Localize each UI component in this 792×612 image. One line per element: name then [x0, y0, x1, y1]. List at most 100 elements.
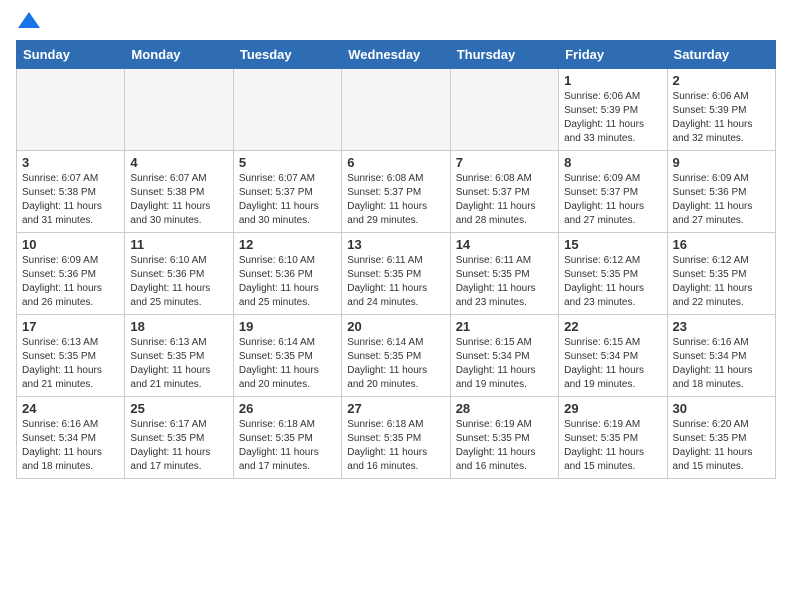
calendar-cell [233, 69, 341, 151]
day-number: 30 [673, 401, 770, 416]
calendar-cell: 30 Sunrise: 6:20 AM Sunset: 5:35 PM Dayli… [667, 397, 775, 479]
day-number: 3 [22, 155, 119, 170]
cell-info: Sunrise: 6:13 AM Sunset: 5:35 PM Dayligh… [130, 336, 227, 392]
day-number: 19 [239, 319, 336, 334]
day-number: 26 [239, 401, 336, 416]
day-number: 21 [456, 319, 553, 334]
col-header-sunday: Sunday [17, 41, 125, 69]
calendar-cell: 12Sunrise: 6:10 AM Sunset: 5:36 PM Dayli… [233, 233, 341, 315]
cell-info: Sunrise: 6:07 AM Sunset: 5:38 PM Dayligh… [130, 172, 227, 228]
calendar-cell: 9Sunrise: 6:09 AM Sunset: 5:36 PM Daylig… [667, 151, 775, 233]
cell-info: Sunrise: 6:16 AM Sunset: 5:34 PM Dayligh… [22, 418, 119, 474]
cell-info: Sunrise: 6:08 AM Sunset: 5:37 PM Dayligh… [347, 172, 444, 228]
calendar-week-0: 1 Sunrise: 6:06 AM Sunset: 5:39 PM Daylig… [17, 69, 776, 151]
cell-info: Sunrise: 6:07 AM Sunset: 5:37 PM Dayligh… [239, 172, 336, 228]
cell-info: Sunrise: 6:15 AM Sunset: 5:34 PM Dayligh… [456, 336, 553, 392]
cell-info: Sunrise: 6:12 AM Sunset: 5:35 PM Dayligh… [564, 254, 661, 310]
calendar-cell: 11 Sunrise: 6:10 AM Sunset: 5:36 PM Dayli… [125, 233, 233, 315]
cell-info: Sunrise: 6:11 AM Sunset: 5:35 PM Dayligh… [456, 254, 553, 310]
calendar-week-3: 17 Sunrise: 6:13 AM Sunset: 5:35 PM Dayli… [17, 315, 776, 397]
calendar-cell: 7 Sunrise: 6:08 AM Sunset: 5:37 PM Daylig… [450, 151, 558, 233]
logo-icon [18, 12, 40, 28]
day-number: 10 [22, 237, 119, 252]
cell-info: Sunrise: 6:09 AM Sunset: 5:37 PM Dayligh… [564, 172, 661, 228]
calendar-cell: 3 Sunrise: 6:07 AM Sunset: 5:38 PM Daylig… [17, 151, 125, 233]
day-number: 12 [239, 237, 336, 252]
calendar-cell: 20 Sunrise: 6:14 AM Sunset: 5:35 PM Dayli… [342, 315, 450, 397]
day-number: 13 [347, 237, 444, 252]
calendar-table: SundayMondayTuesdayWednesdayThursdayFrid… [16, 40, 776, 479]
calendar-cell: 6Sunrise: 6:08 AM Sunset: 5:37 PM Daylig… [342, 151, 450, 233]
day-number: 15 [564, 237, 661, 252]
cell-info: Sunrise: 6:08 AM Sunset: 5:37 PM Dayligh… [456, 172, 553, 228]
calendar-week-2: 10 Sunrise: 6:09 AM Sunset: 5:36 PM Dayli… [17, 233, 776, 315]
cell-info: Sunrise: 6:06 AM Sunset: 5:39 PM Dayligh… [673, 90, 770, 146]
day-number: 11 [130, 237, 227, 252]
day-number: 1 [564, 73, 661, 88]
cell-info: Sunrise: 6:20 AM Sunset: 5:35 PM Dayligh… [673, 418, 770, 474]
calendar-cell: 18 Sunrise: 6:13 AM Sunset: 5:35 PM Dayli… [125, 315, 233, 397]
calendar-cell: 25 Sunrise: 6:17 AM Sunset: 5:35 PM Dayli… [125, 397, 233, 479]
day-number: 28 [456, 401, 553, 416]
col-header-friday: Friday [559, 41, 667, 69]
col-header-saturday: Saturday [667, 41, 775, 69]
calendar-cell: 17 Sunrise: 6:13 AM Sunset: 5:35 PM Dayli… [17, 315, 125, 397]
cell-info: Sunrise: 6:15 AM Sunset: 5:34 PM Dayligh… [564, 336, 661, 392]
calendar-cell: 8 Sunrise: 6:09 AM Sunset: 5:37 PM Daylig… [559, 151, 667, 233]
calendar-cell [17, 69, 125, 151]
cell-info: Sunrise: 6:18 AM Sunset: 5:35 PM Dayligh… [239, 418, 336, 474]
cell-info: Sunrise: 6:14 AM Sunset: 5:35 PM Dayligh… [347, 336, 444, 392]
cell-info: Sunrise: 6:07 AM Sunset: 5:38 PM Dayligh… [22, 172, 119, 228]
calendar-cell: 21 Sunrise: 6:15 AM Sunset: 5:34 PM Dayli… [450, 315, 558, 397]
calendar-cell: 13 Sunrise: 6:11 AM Sunset: 5:35 PM Dayli… [342, 233, 450, 315]
cell-info: Sunrise: 6:09 AM Sunset: 5:36 PM Dayligh… [673, 172, 770, 228]
calendar-cell: 14Sunrise: 6:11 AM Sunset: 5:35 PM Dayli… [450, 233, 558, 315]
cell-info: Sunrise: 6:19 AM Sunset: 5:35 PM Dayligh… [564, 418, 661, 474]
calendar-cell: 19Sunrise: 6:14 AM Sunset: 5:35 PM Dayli… [233, 315, 341, 397]
cell-info: Sunrise: 6:09 AM Sunset: 5:36 PM Dayligh… [22, 254, 119, 310]
calendar-cell: 27 Sunrise: 6:18 AM Sunset: 5:35 PM Dayli… [342, 397, 450, 479]
calendar-week-4: 24 Sunrise: 6:16 AM Sunset: 5:34 PM Dayli… [17, 397, 776, 479]
col-header-tuesday: Tuesday [233, 41, 341, 69]
day-number: 22 [564, 319, 661, 334]
calendar-cell [450, 69, 558, 151]
calendar-cell: 1 Sunrise: 6:06 AM Sunset: 5:39 PM Daylig… [559, 69, 667, 151]
calendar-cell: 23Sunrise: 6:16 AM Sunset: 5:34 PM Dayli… [667, 315, 775, 397]
day-number: 29 [564, 401, 661, 416]
calendar-cell: 22 Sunrise: 6:15 AM Sunset: 5:34 PM Dayli… [559, 315, 667, 397]
cell-info: Sunrise: 6:13 AM Sunset: 5:35 PM Dayligh… [22, 336, 119, 392]
logo [16, 16, 40, 28]
calendar-header-row: SundayMondayTuesdayWednesdayThursdayFrid… [17, 41, 776, 69]
day-number: 24 [22, 401, 119, 416]
cell-info: Sunrise: 6:18 AM Sunset: 5:35 PM Dayligh… [347, 418, 444, 474]
calendar-cell: 5 Sunrise: 6:07 AM Sunset: 5:37 PM Daylig… [233, 151, 341, 233]
calendar-cell: 2 Sunrise: 6:06 AM Sunset: 5:39 PM Daylig… [667, 69, 775, 151]
calendar-cell [125, 69, 233, 151]
day-number: 17 [22, 319, 119, 334]
day-number: 25 [130, 401, 227, 416]
calendar-cell: 16Sunrise: 6:12 AM Sunset: 5:35 PM Dayli… [667, 233, 775, 315]
cell-info: Sunrise: 6:19 AM Sunset: 5:35 PM Dayligh… [456, 418, 553, 474]
cell-info: Sunrise: 6:11 AM Sunset: 5:35 PM Dayligh… [347, 254, 444, 310]
cell-info: Sunrise: 6:10 AM Sunset: 5:36 PM Dayligh… [130, 254, 227, 310]
cell-info: Sunrise: 6:17 AM Sunset: 5:35 PM Dayligh… [130, 418, 227, 474]
day-number: 2 [673, 73, 770, 88]
day-number: 27 [347, 401, 444, 416]
col-header-wednesday: Wednesday [342, 41, 450, 69]
day-number: 8 [564, 155, 661, 170]
day-number: 18 [130, 319, 227, 334]
day-number: 7 [456, 155, 553, 170]
day-number: 4 [130, 155, 227, 170]
calendar-cell: 24 Sunrise: 6:16 AM Sunset: 5:34 PM Dayli… [17, 397, 125, 479]
cell-info: Sunrise: 6:06 AM Sunset: 5:39 PM Dayligh… [564, 90, 661, 146]
calendar-week-1: 3 Sunrise: 6:07 AM Sunset: 5:38 PM Daylig… [17, 151, 776, 233]
cell-info: Sunrise: 6:12 AM Sunset: 5:35 PM Dayligh… [673, 254, 770, 310]
calendar-cell: 26 Sunrise: 6:18 AM Sunset: 5:35 PM Dayli… [233, 397, 341, 479]
calendar-cell: 4 Sunrise: 6:07 AM Sunset: 5:38 PM Daylig… [125, 151, 233, 233]
day-number: 5 [239, 155, 336, 170]
page-header [16, 16, 776, 28]
calendar-cell [342, 69, 450, 151]
calendar-cell: 10 Sunrise: 6:09 AM Sunset: 5:36 PM Dayli… [17, 233, 125, 315]
calendar-cell: 15 Sunrise: 6:12 AM Sunset: 5:35 PM Dayli… [559, 233, 667, 315]
day-number: 20 [347, 319, 444, 334]
